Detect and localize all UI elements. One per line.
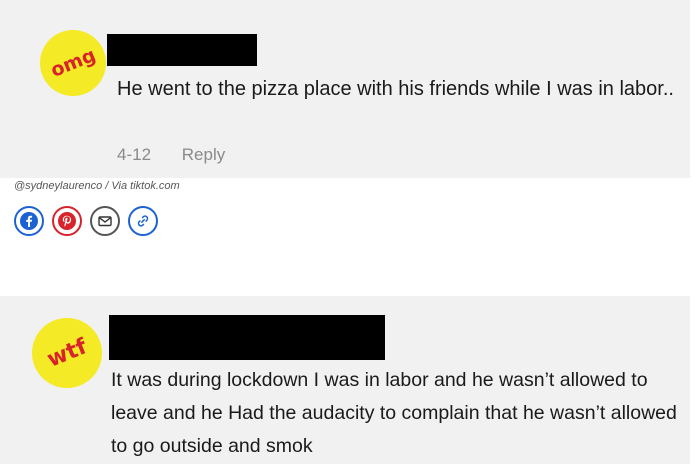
copy-link-button[interactable] <box>128 206 158 236</box>
email-share-button[interactable] <box>90 206 120 236</box>
facebook-share-button[interactable] <box>14 206 44 236</box>
wtf-badge-icon: wtf <box>32 318 102 388</box>
comment-text: He went to the pizza place with his frie… <box>117 78 674 100</box>
redacted-username <box>109 315 385 360</box>
omg-badge-icon: omg <box>40 30 106 96</box>
image-credit: @sydneylaurenco / Via tiktok.com <box>14 180 180 192</box>
email-icon <box>98 216 112 227</box>
pinterest-share-button[interactable] <box>52 206 82 236</box>
comment-meta: 4-12 Reply <box>117 145 225 165</box>
badge-label: wtf <box>43 333 91 373</box>
reply-button[interactable]: Reply <box>182 145 225 164</box>
badge-label: omg <box>47 44 99 82</box>
comment-date: 4-12 <box>117 145 152 164</box>
comment-text: It was during lockdown I was in labor an… <box>111 369 677 457</box>
facebook-icon <box>20 212 38 230</box>
link-icon <box>137 215 149 227</box>
pinterest-icon <box>58 212 76 230</box>
redacted-username <box>107 34 257 66</box>
share-bar <box>14 206 158 236</box>
